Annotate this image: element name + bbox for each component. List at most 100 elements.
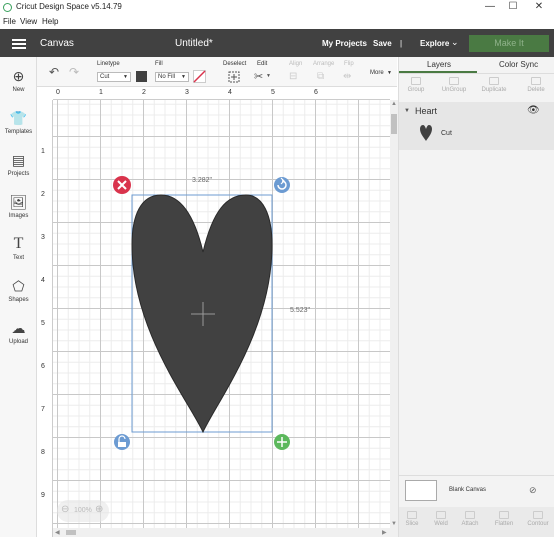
hamburger-menu-icon[interactable]	[12, 39, 26, 49]
chevron-down-icon[interactable]: ⌄	[451, 37, 459, 48]
rotate-handle-icon[interactable]	[274, 177, 290, 193]
tab-layers[interactable]: Layers	[427, 60, 451, 69]
sidebar-item-text[interactable]: T Text	[0, 235, 37, 261]
align-icon[interactable]: ⊟	[289, 71, 297, 82]
slice-button[interactable]: Slice	[397, 511, 427, 527]
flip-label: Flip	[344, 61, 354, 67]
scroll-left-icon[interactable]: ◀	[55, 529, 60, 536]
ruler-v-label: 9	[41, 492, 45, 499]
sidebar-label: Upload	[8, 339, 28, 345]
lock-handle-icon[interactable]	[114, 434, 130, 450]
title-bar: Cricut Design Space v5.14.79 — ☐ ✕	[0, 0, 554, 15]
horizontal-scrollbar[interactable]: ◀ ▶	[53, 528, 390, 537]
sidebar-item-templates[interactable]: 👕 Templates	[0, 109, 37, 135]
my-projects-button[interactable]: My Projects	[322, 39, 367, 48]
layer-item-cut[interactable]: Cut	[441, 130, 452, 137]
save-button[interactable]: Save	[373, 39, 392, 48]
redo-icon[interactable]: ↷	[69, 65, 79, 79]
projects-icon: ▤	[11, 152, 26, 168]
contour-button[interactable]: Contour	[523, 511, 553, 527]
resize-handle-icon[interactable]	[274, 434, 290, 450]
heart-thumbnail-icon	[420, 125, 432, 141]
window-title: Cricut Design Space v5.14.79	[16, 2, 122, 11]
ruler-corner	[37, 87, 53, 100]
collapse-arrow-icon[interactable]: ▼	[404, 108, 410, 114]
duplicate-label: Duplicate	[481, 87, 507, 93]
more-button[interactable]: More	[370, 70, 384, 76]
more-dropdown-icon[interactable]: ▼	[387, 70, 392, 76]
delete-handle-icon[interactable]	[113, 176, 131, 194]
zoom-in-icon[interactable]: ⊕	[95, 504, 103, 515]
attach-button[interactable]: Attach	[455, 511, 485, 527]
linetype-color-swatch[interactable]	[136, 71, 147, 82]
sidebar-item-shapes[interactable]: ⬠ Shapes	[0, 277, 37, 303]
menu-help[interactable]: Help	[42, 17, 58, 26]
sidebar-label: Templates	[4, 129, 33, 135]
deselect-icon[interactable]	[228, 71, 240, 83]
edit-label: Edit	[257, 61, 268, 67]
duplicate-button[interactable]: Duplicate	[479, 77, 509, 93]
layer-group-heart[interactable]: ▼ Heart 👁 Cut	[399, 102, 554, 150]
undo-icon[interactable]: ↶	[49, 65, 59, 79]
zoom-level: 100%	[74, 507, 92, 514]
contour-label: Contour	[527, 521, 549, 527]
ungroup-button[interactable]: UnGroup	[439, 77, 469, 93]
panel-divider	[399, 475, 554, 476]
deselect-label: Deselect	[223, 61, 247, 67]
arrange-icon[interactable]: ⧉	[317, 71, 324, 82]
zoom-out-icon[interactable]: ⊖	[61, 504, 69, 515]
maximize-button[interactable]: ☐	[506, 1, 520, 12]
ruler-v-label: 6	[41, 363, 45, 370]
menu-file[interactable]: File	[3, 17, 16, 26]
scissors-icon[interactable]: ✂	[254, 70, 263, 83]
scroll-right-icon[interactable]: ▶	[382, 529, 387, 536]
flatten-icon	[499, 511, 509, 519]
sidebar-item-new[interactable]: ⊕ New	[0, 67, 37, 93]
vertical-ruler: 1 2 3 4 5 6 7 8 9	[37, 100, 53, 537]
hidden-eye-icon[interactable]: ⊘	[529, 485, 537, 496]
shapes-icon: ⬠	[12, 278, 25, 294]
sidebar-item-upload[interactable]: ☁ Upload	[0, 319, 37, 345]
sidebar-label: Shapes	[8, 297, 29, 303]
explore-button[interactable]: Explore	[420, 39, 449, 48]
weld-button[interactable]: Weld	[426, 511, 456, 527]
vertical-scroll-thumb[interactable]	[391, 114, 397, 134]
close-window-button[interactable]: ✕	[532, 1, 546, 12]
blank-canvas-swatch[interactable]	[405, 480, 437, 501]
sidebar-item-projects[interactable]: ▤ Projects	[0, 151, 37, 177]
minimize-button[interactable]: —	[483, 1, 497, 12]
upload-icon: ☁	[11, 320, 26, 336]
no-fill-swatch-icon[interactable]	[193, 70, 206, 83]
ruler-v-label: 4	[41, 277, 45, 284]
tab-color-sync[interactable]: Color Sync	[499, 60, 538, 69]
group-button[interactable]: Group	[401, 77, 431, 93]
slice-icon	[407, 511, 417, 519]
flip-icon[interactable]: ⇹	[343, 71, 351, 82]
eye-visibility-icon[interactable]: 👁	[527, 105, 540, 116]
flatten-button[interactable]: Flatten	[489, 511, 519, 527]
left-sidebar: ⊕ New 👕 Templates ▤ Projects 🖼 Images T …	[0, 57, 37, 537]
menu-view[interactable]: View	[20, 17, 37, 26]
app-header: Canvas Untitled* My Projects Save | Expl…	[0, 29, 554, 57]
slice-label: Slice	[405, 521, 419, 527]
vertical-scrollbar[interactable]	[390, 100, 398, 537]
delete-button[interactable]: Delete	[521, 77, 551, 93]
tab-divider	[399, 73, 554, 74]
section-title: Canvas	[40, 38, 74, 49]
header-separator: |	[400, 39, 403, 48]
scroll-up-icon[interactable]: ▲	[391, 101, 397, 107]
sidebar-item-images[interactable]: 🖼 Images	[0, 193, 37, 219]
zoom-control: ⊖ 100% ⊕	[57, 500, 109, 522]
group-label: Group	[407, 87, 425, 93]
edit-dropdown-icon[interactable]: ▼	[266, 73, 271, 79]
text-icon: T	[13, 235, 24, 252]
document-title[interactable]: Untitled*	[175, 38, 213, 49]
weld-icon	[436, 511, 446, 519]
make-it-button[interactable]: Make It	[469, 35, 549, 52]
linetype-select[interactable]: Cut ▼	[97, 72, 131, 82]
horizontal-scroll-thumb[interactable]	[66, 530, 76, 535]
design-canvas[interactable]: 3.282" 5.523"	[53, 100, 390, 537]
fill-select[interactable]: No Fill ▼	[155, 72, 189, 82]
ungroup-icon	[449, 77, 459, 85]
sidebar-label: Projects	[7, 171, 30, 177]
